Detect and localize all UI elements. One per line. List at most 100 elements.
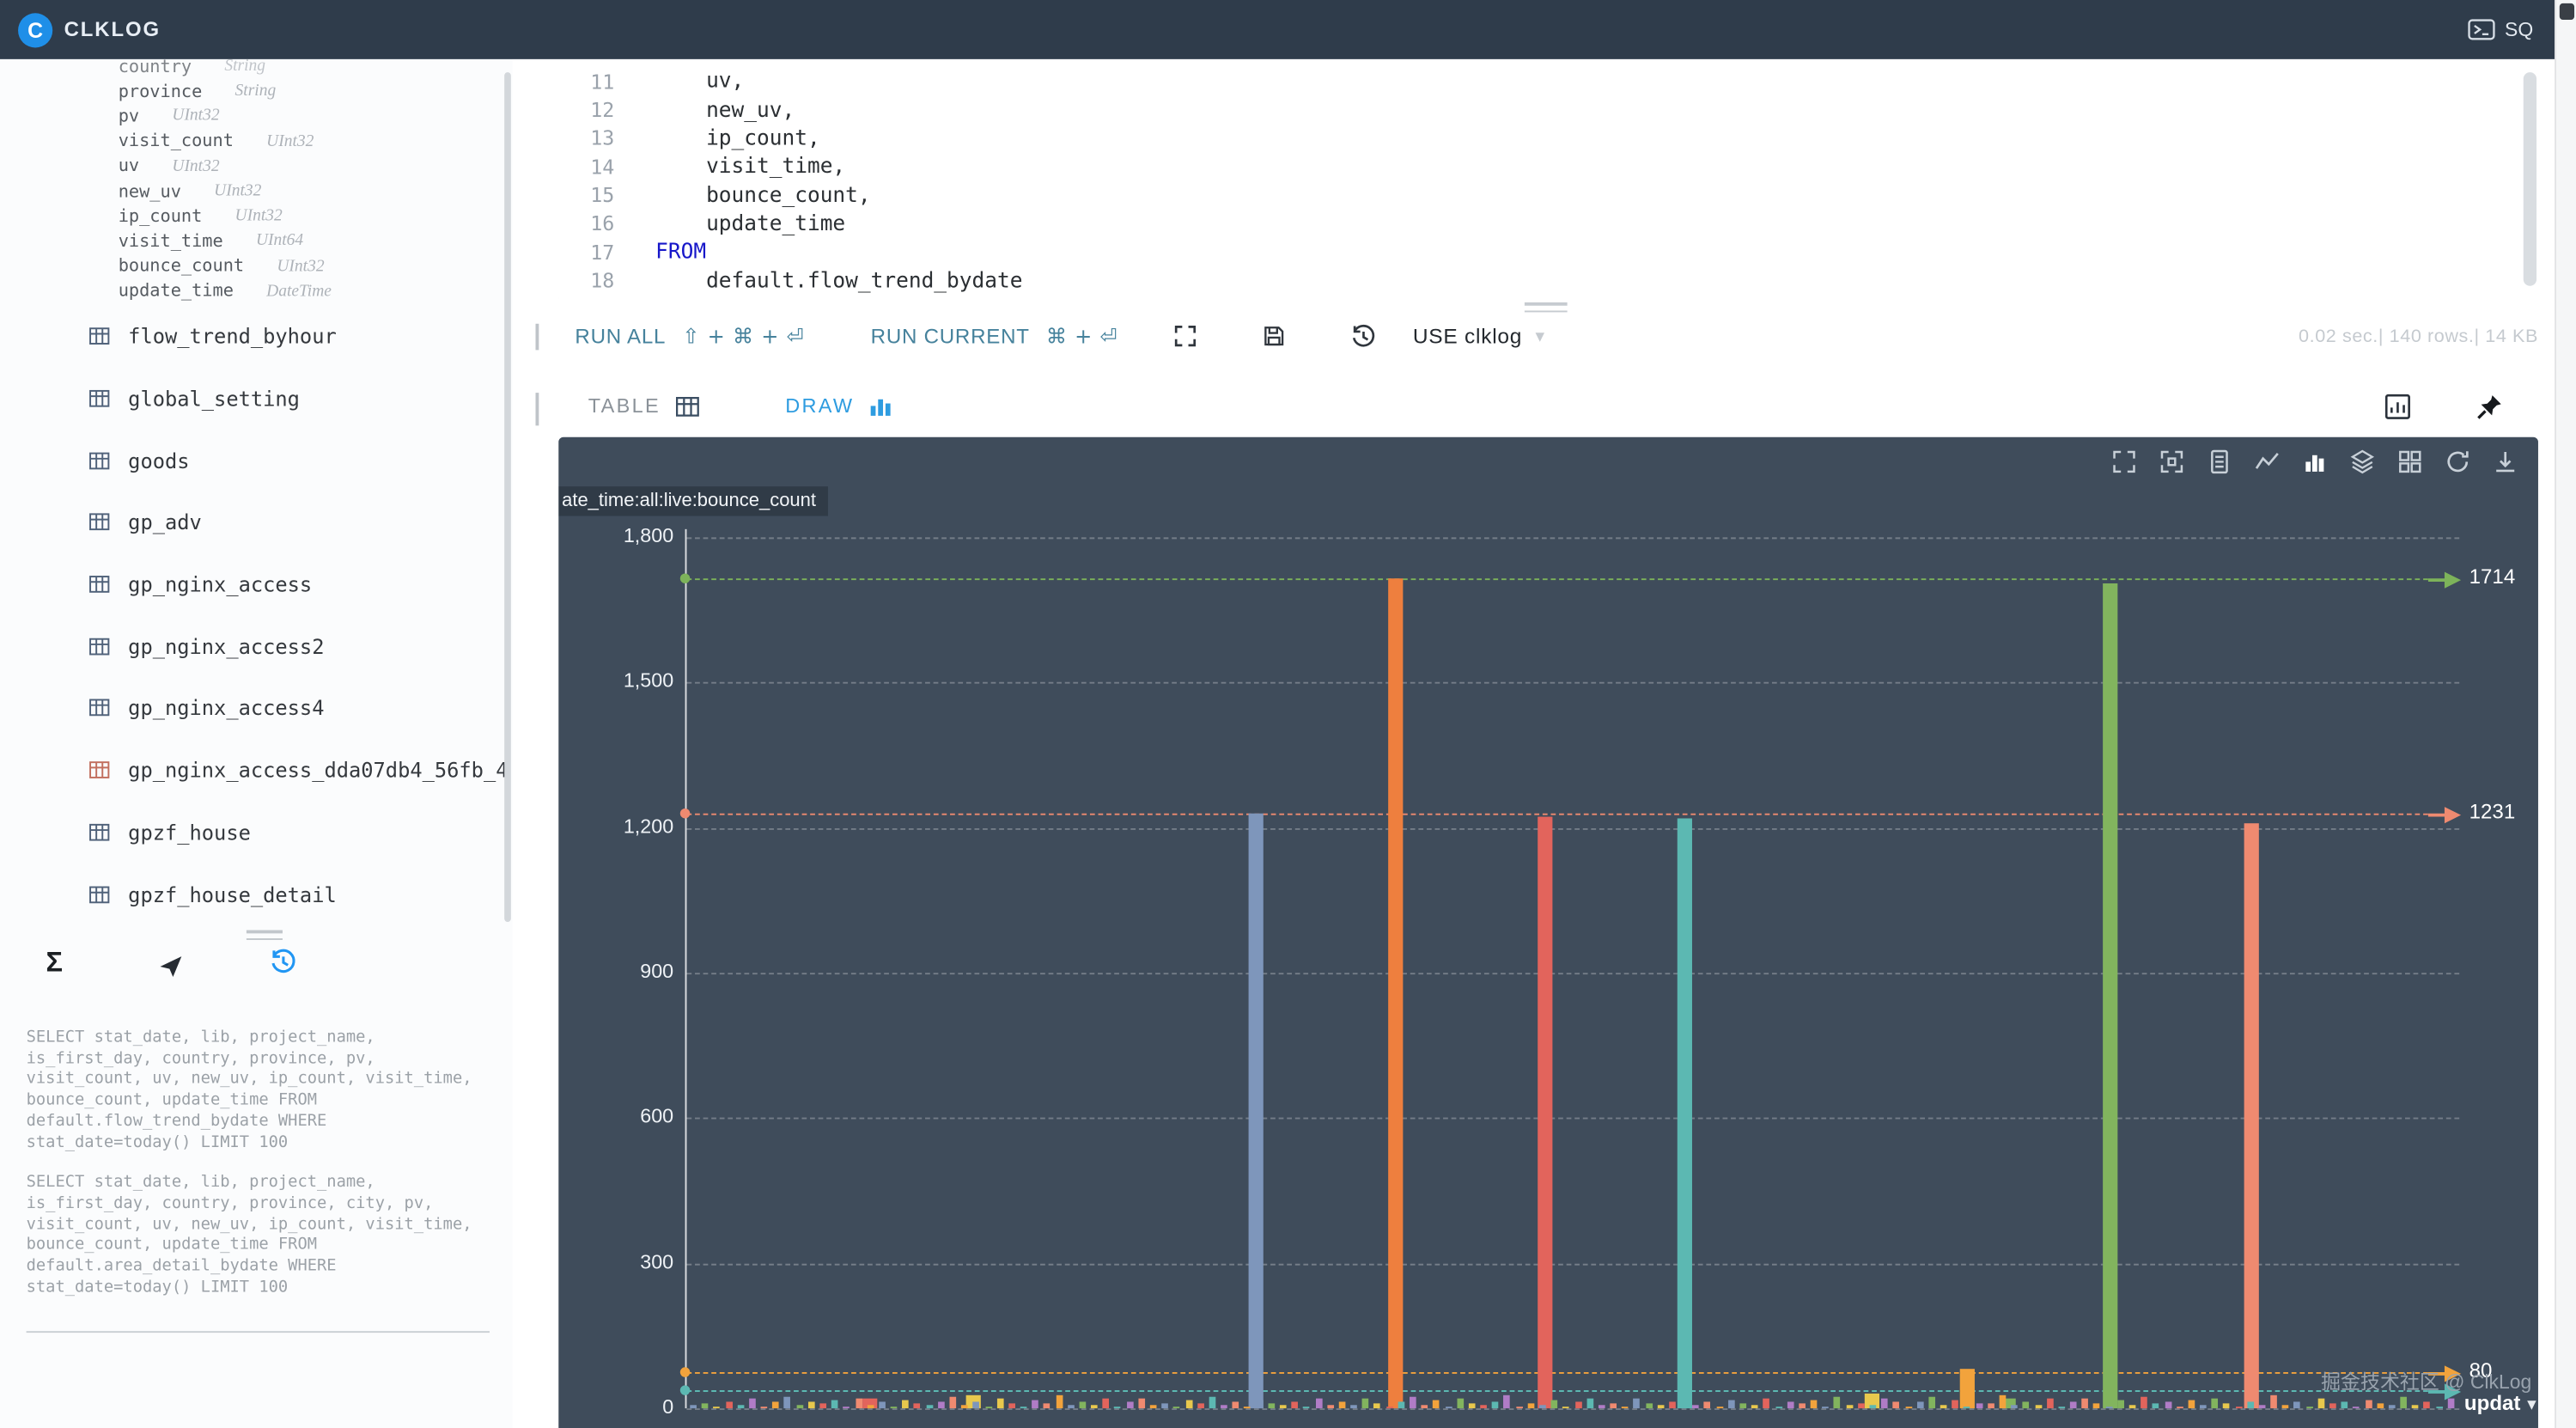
column-row[interactable]: ip_count UInt32	[0, 204, 513, 229]
aggregate-sigma-icon[interactable]: Σ	[46, 947, 64, 979]
chart-settings-icon[interactable]	[2384, 375, 2412, 437]
small-bar	[1492, 1401, 1499, 1409]
small-bar	[1197, 1404, 1204, 1409]
small-bar	[1550, 1400, 1558, 1409]
editor-line[interactable]: 11 uv,	[558, 67, 2556, 95]
table-item[interactable]: gp_nginx_access	[0, 553, 513, 615]
chart-bar[interactable]	[1248, 812, 1264, 1409]
column-row[interactable]: new_uv UInt32	[0, 179, 513, 204]
small-bar	[1834, 1395, 1841, 1409]
table-name: gpzf_house	[128, 820, 251, 845]
table-item[interactable]: global_setting	[0, 368, 513, 430]
small-bar	[2412, 1404, 2419, 1409]
column-type: UInt32	[172, 107, 220, 126]
clklog-logo-icon[interactable]: C	[18, 12, 53, 47]
chart-bar[interactable]	[2103, 583, 2118, 1409]
small-bar	[2164, 1401, 2171, 1409]
topbar-right: SQ	[2467, 0, 2533, 59]
save-icon[interactable]	[1262, 297, 1287, 375]
tab-table[interactable]: TABLE	[588, 375, 700, 437]
page-scrollbar[interactable]	[2555, 0, 2576, 1428]
x-axis-field-select[interactable]: updat ▾	[2464, 1392, 2536, 1415]
y-gridline	[686, 682, 2460, 685]
pane-splitter[interactable]	[535, 393, 539, 426]
small-bar	[2258, 1404, 2266, 1409]
table-icon	[88, 636, 110, 657]
table-item[interactable]: gp_nginx_access2	[0, 615, 513, 677]
run-current-button[interactable]: RUN CURRENT ⌘ + ⏎	[871, 297, 1118, 375]
sidebar-footer: Σ	[0, 943, 513, 992]
table-item[interactable]: gp_nginx_access_dda07db4_56fb_4	[0, 739, 513, 801]
axis-marker-dot	[679, 1384, 691, 1395]
sidebar-scrollbar[interactable]	[504, 72, 511, 922]
run-all-button[interactable]: RUN ALL ⇧ + ⌘ + ⏎	[575, 297, 804, 375]
column-row[interactable]: pv UInt32	[0, 104, 513, 129]
small-bar	[2069, 1402, 2077, 1409]
column-row[interactable]: update_time DateTime	[0, 279, 513, 304]
reference-value-label: 1231	[2469, 799, 2516, 823]
small-bar	[1126, 1402, 1134, 1409]
reference-line	[686, 812, 2428, 815]
small-bar	[1114, 1406, 1122, 1409]
table-item[interactable]: goods	[0, 430, 513, 491]
editor-line[interactable]: 15 bounce_count,	[558, 181, 2556, 210]
column-row[interactable]: province String	[0, 79, 513, 104]
small-bar	[1999, 1394, 2007, 1409]
column-row[interactable]: visit_time UInt64	[0, 229, 513, 253]
editor-resize-handle[interactable]	[1524, 302, 1568, 317]
small-bar	[1232, 1401, 1239, 1409]
sql-console-icon[interactable]	[2467, 18, 2495, 41]
table-list: flow_trend_byhour global_setting goods gp_a…	[0, 306, 513, 925]
editor-line[interactable]: 12 new_uv,	[558, 96, 2556, 125]
chart-bar[interactable]	[1537, 816, 1552, 1409]
editor-line[interactable]: 18 default.flow_trend_bydate	[558, 267, 2556, 296]
y-gridline	[686, 827, 2460, 830]
watermark: 掘金技术社区 @ ClkLog	[2321, 1370, 2532, 1394]
column-type: UInt32	[214, 182, 262, 201]
column-row[interactable]: bounce_count UInt32	[0, 253, 513, 278]
pin-icon[interactable]	[2476, 375, 2504, 437]
reference-value-label: 1714	[2469, 565, 2516, 589]
column-row[interactable]: uv UInt32	[0, 154, 513, 179]
sql-editor[interactable]: 11 uv, 12 new_uv, 13 ip_count, 14 visit_tim…	[558, 58, 2557, 306]
pane-splitter[interactable]	[535, 323, 539, 351]
table-item[interactable]: gpzf_house_detail	[0, 863, 513, 925]
small-bar	[1044, 1402, 1050, 1409]
column-row[interactable]: visit_count UInt32	[0, 129, 513, 154]
small-bar	[1149, 1405, 1157, 1409]
chart-bar[interactable]	[1959, 1370, 1976, 1409]
history-icon[interactable]	[1350, 297, 1377, 375]
query-history-icon[interactable]	[270, 949, 298, 985]
table-item[interactable]: gp_adv	[0, 491, 513, 553]
chart-bar[interactable]	[1388, 578, 1404, 1409]
small-bar	[1751, 1405, 1758, 1409]
small-bar	[1268, 1402, 1275, 1409]
topbar-right-label[interactable]: SQ	[2505, 18, 2533, 41]
page-scrollbar-thumb[interactable]	[2558, 3, 2574, 20]
table-item[interactable]: flow_trend_byhour	[0, 306, 513, 368]
editor-line[interactable]: 16 update_time	[558, 210, 2556, 238]
editor-scrollbar[interactable]	[2523, 72, 2537, 286]
editor-line[interactable]: 13 ip_count,	[558, 125, 2556, 153]
editor-line[interactable]: 14 visit_time,	[558, 153, 2556, 181]
small-bar	[890, 1406, 898, 1409]
code-text: bounce_count,	[655, 183, 871, 209]
table-icon	[88, 698, 110, 719]
send-query-icon[interactable]	[158, 953, 185, 987]
column-name: pv	[118, 107, 140, 127]
small-bar	[1810, 1401, 1818, 1409]
table-item[interactable]: gpzf_house	[0, 801, 513, 863]
history-query-item[interactable]: SELECT stat_date, lib, project_name, is_…	[27, 1174, 496, 1299]
editor-line[interactable]: 17 FROM	[558, 238, 2556, 266]
chart-bar[interactable]	[2244, 822, 2260, 1409]
small-bar	[1964, 1406, 1971, 1409]
chart-bar[interactable]	[1677, 819, 1692, 1409]
tab-draw[interactable]: DRAW	[785, 375, 892, 437]
column-name: visit_count	[118, 131, 234, 152]
small-bar	[1692, 1404, 1700, 1409]
table-item[interactable]: gp_nginx_access4	[0, 677, 513, 739]
small-bar	[914, 1403, 921, 1409]
fullscreen-icon[interactable]	[1173, 297, 1198, 375]
history-query-item[interactable]: SELECT stat_date, lib, project_name, is_…	[27, 1028, 496, 1154]
small-bar	[925, 1405, 933, 1409]
